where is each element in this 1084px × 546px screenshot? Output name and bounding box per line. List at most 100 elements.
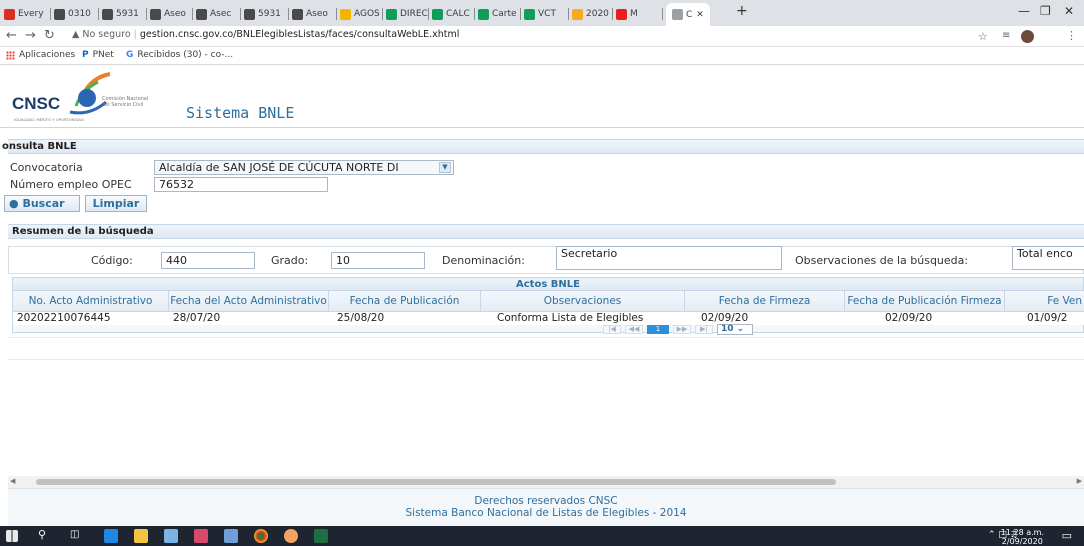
pen-icon[interactable] <box>164 529 178 543</box>
apps-grid-icon <box>6 50 15 60</box>
new-tab-button[interactable]: + <box>736 3 748 19</box>
tab-separator <box>612 8 613 20</box>
last-page-button[interactable]: ▶| <box>695 325 713 334</box>
bookmark-pnet[interactable]: P PNet <box>82 50 114 60</box>
tab-separator <box>474 8 475 20</box>
tab-separator <box>50 8 51 20</box>
gmail-icon <box>4 8 15 20</box>
tab-separator <box>192 8 193 20</box>
browser-tab[interactable]: VCT <box>524 4 556 24</box>
browser-tab[interactable]: AGOS <box>340 4 380 24</box>
bookmark-recibidos[interactable]: G Recibidos (30) - co-... <box>126 50 233 60</box>
taskbar-clock[interactable]: 11:28 a.m. 2/09/2020 <box>1001 528 1044 546</box>
page-icon <box>672 9 683 20</box>
col-header-fecha-acto[interactable]: Fecha del Acto Administrativo <box>169 291 329 312</box>
col-header-publicacion-firmeza[interactable]: Fecha de Publicación Firmeza <box>845 291 1005 312</box>
browser-tab[interactable]: 5931 <box>102 4 139 24</box>
scrollbar-thumb[interactable] <box>36 479 836 485</box>
tab-separator <box>288 8 289 20</box>
google-icon: G <box>126 50 134 60</box>
youtube-icon <box>616 8 627 20</box>
browser-tab[interactable]: Aseo <box>150 4 186 24</box>
browser-tab-label: Carte <box>492 9 517 19</box>
footer-line1: Derechos reservados CNSC <box>474 495 618 507</box>
browser-tab[interactable]: M <box>616 4 638 24</box>
browser-tab[interactable]: Every <box>4 4 44 24</box>
excel-icon[interactable] <box>314 529 328 543</box>
people-icon[interactable] <box>224 529 238 543</box>
col-header-no-acto[interactable]: No. Acto Administrativo <box>13 291 169 312</box>
horizontal-scrollbar[interactable]: ◀ ▶ <box>8 476 1084 488</box>
browser-tab[interactable]: C ✕ <box>666 3 710 26</box>
file-explorer-icon[interactable] <box>134 529 148 543</box>
browser-tab[interactable]: Asec <box>196 4 231 24</box>
prev-page-button[interactable]: ◀◀ <box>625 325 643 334</box>
convocatoria-select[interactable]: Alcaldía de SAN JOSÉ DE CÚCUTA NORTE DI … <box>154 160 454 175</box>
cnsc-icon <box>196 8 207 20</box>
url-field[interactable]: ▲ No seguro | gestion.cnsc.gov.co/BNLEle… <box>72 29 459 40</box>
reload-icon[interactable]: ↻ <box>44 28 55 43</box>
browser-tab[interactable]: Carte <box>478 4 517 24</box>
minimize-button[interactable]: — <box>1018 4 1030 18</box>
close-tab-icon[interactable]: ✕ <box>696 10 704 20</box>
page-number-button[interactable]: 1 <box>647 325 669 334</box>
search-icon[interactable]: ⚲ <box>38 528 46 541</box>
limpiar-button[interactable]: Limpiar <box>85 195 147 212</box>
warning-triangle-icon: ▲ <box>72 29 80 40</box>
store-icon[interactable] <box>194 529 208 543</box>
col-header-observaciones[interactable]: Observaciones <box>481 291 685 312</box>
table-cell: 02/09/20 <box>685 312 845 325</box>
chevron-down-icon: ⌄ <box>736 324 745 334</box>
restore-button[interactable]: ❐ <box>1040 4 1051 18</box>
col-header-fecha-vencimiento[interactable]: Fe Ven <box>1005 291 1084 312</box>
bookmark-aplicaciones[interactable]: Aplicaciones <box>6 50 75 60</box>
site-footer: Derechos reservados CNSC Sistema Banco N… <box>8 488 1084 526</box>
star-bookmark-icon[interactable]: ☆ <box>978 30 988 43</box>
profile-avatar[interactable] <box>1021 30 1034 43</box>
browser-tab[interactable]: 5931 <box>244 4 281 24</box>
first-page-button[interactable]: |◀ <box>603 325 621 334</box>
page-content: CNSC Comisión Nacional del Servicio Civi… <box>0 66 1084 526</box>
url-text: gestion.cnsc.gov.co/BNLElegiblesListas/f… <box>139 29 460 40</box>
next-page-button[interactable]: ▶▶ <box>673 325 691 334</box>
edge-icon[interactable] <box>104 529 118 543</box>
denominacion-label: Denominación: <box>442 254 525 267</box>
table-cell: 28/07/20 <box>169 312 329 325</box>
browser-tab[interactable]: Aseo <box>292 4 328 24</box>
logo-sub2: del Servicio Civil <box>102 102 144 108</box>
browser-tab-label: Aseo <box>306 9 328 19</box>
browser-tab[interactable]: 0310 <box>54 4 91 24</box>
browser-tab[interactable]: DIREC <box>386 4 428 24</box>
close-window-button[interactable]: ✕ <box>1064 4 1074 18</box>
chrome-active-icon[interactable] <box>284 529 298 543</box>
scroll-right-icon[interactable]: ▶ <box>1077 477 1082 485</box>
table-cell: 20202210076445 <box>13 312 169 325</box>
chevron-down-icon[interactable]: ▼ <box>439 162 451 173</box>
chrome-icon[interactable] <box>254 529 268 543</box>
url-warning: No seguro <box>82 29 131 40</box>
windows-start-icon[interactable] <box>6 530 18 542</box>
col-header-fecha-firmeza[interactable]: Fecha de Firmeza <box>685 291 845 312</box>
col-header-fecha-publicacion[interactable]: Fecha de Publicación <box>329 291 481 312</box>
cnsc-icon <box>54 8 65 20</box>
scroll-left-icon[interactable]: ◀ <box>10 477 15 485</box>
browser-tab[interactable]: CALC <box>432 4 470 24</box>
browser-tab-label: 2020 <box>586 9 609 19</box>
forward-arrow-icon[interactable]: → <box>25 28 36 43</box>
notification-icon[interactable]: ▭ <box>1062 529 1072 542</box>
tab-separator <box>428 8 429 20</box>
sheets-icon <box>524 8 535 20</box>
buscar-button[interactable]: ● Buscar <box>4 195 80 212</box>
table-cell: Conforma Lista de Elegibles <box>481 312 685 325</box>
bookmarks-bar: Aplicaciones P PNet G Recibidos (30) - c… <box>0 47 1084 65</box>
table-cell: 25/08/20 <box>329 312 481 325</box>
rows-per-page-select[interactable]: 10 ⌄ <box>717 324 753 335</box>
extension-icon[interactable]: ≡ <box>1002 30 1010 41</box>
sheets-icon <box>432 8 443 20</box>
opec-input[interactable]: 76532 <box>154 177 328 192</box>
back-arrow-icon[interactable]: ← <box>6 28 17 43</box>
browser-tab[interactable]: 2020 <box>572 4 609 24</box>
browser-tab-label: DIREC <box>400 9 428 19</box>
menu-kebab-icon[interactable]: ⋮ <box>1066 29 1077 42</box>
task-view-icon[interactable]: ◫ <box>70 529 79 540</box>
